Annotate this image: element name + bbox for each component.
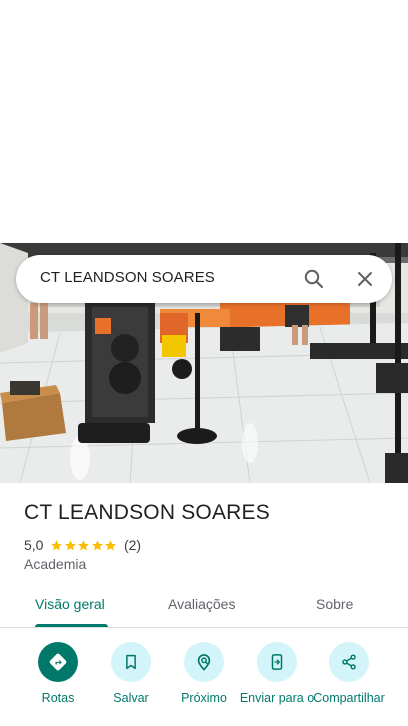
place-title: CT LEANDSON SOARES <box>24 501 270 524</box>
map-blank-area <box>0 0 408 243</box>
star-rating <box>50 539 118 552</box>
star-icon <box>65 539 76 550</box>
tab-overview[interactable]: Visão geral <box>35 596 105 612</box>
search-query[interactable]: CT LEANDSON SOARES <box>40 269 215 286</box>
send-to-phone-label: Enviar para o <box>239 691 315 705</box>
rating-value: 5,0 <box>24 537 44 553</box>
share-label: Compartilhar <box>313 691 385 705</box>
bookmark-icon <box>111 642 151 682</box>
save-label: Salvar <box>113 691 149 705</box>
star-icon <box>92 539 103 550</box>
review-count[interactable]: (2) <box>124 537 141 553</box>
close-icon[interactable] <box>353 267 377 291</box>
place-details-screen: CT LEANDSON SOARES CT LEANDSON SOARES 5,… <box>0 0 408 726</box>
tab-bar: Visão geral Avaliações Sobre <box>0 582 408 628</box>
directions-icon <box>38 642 78 682</box>
nearby-button[interactable]: Próximo <box>164 642 244 705</box>
search-bar[interactable]: CT LEANDSON SOARES <box>16 255 392 303</box>
search-icon[interactable] <box>302 267 326 291</box>
send-to-phone-button[interactable]: Enviar para o <box>237 642 317 705</box>
tab-reviews[interactable]: Avaliações <box>168 596 235 612</box>
nearby-icon <box>184 642 224 682</box>
directions-button[interactable]: Rotas <box>18 642 98 705</box>
share-button[interactable]: Compartilhar <box>309 642 389 705</box>
send-to-phone-icon <box>257 642 297 682</box>
directions-label: Rotas <box>41 691 75 705</box>
star-icon <box>105 539 117 550</box>
action-buttons: Rotas Salvar Próximo Enviar para o Compa… <box>0 640 408 726</box>
nearby-label: Próximo <box>181 691 227 705</box>
rating-row[interactable]: 5,0 (2) <box>24 536 141 554</box>
place-category: Academia <box>24 556 87 572</box>
share-icon <box>329 642 369 682</box>
save-button[interactable]: Salvar <box>91 642 171 705</box>
tab-about[interactable]: Sobre <box>316 596 353 612</box>
active-tab-indicator <box>35 624 108 627</box>
star-icon <box>78 539 90 550</box>
star-icon <box>51 539 63 550</box>
